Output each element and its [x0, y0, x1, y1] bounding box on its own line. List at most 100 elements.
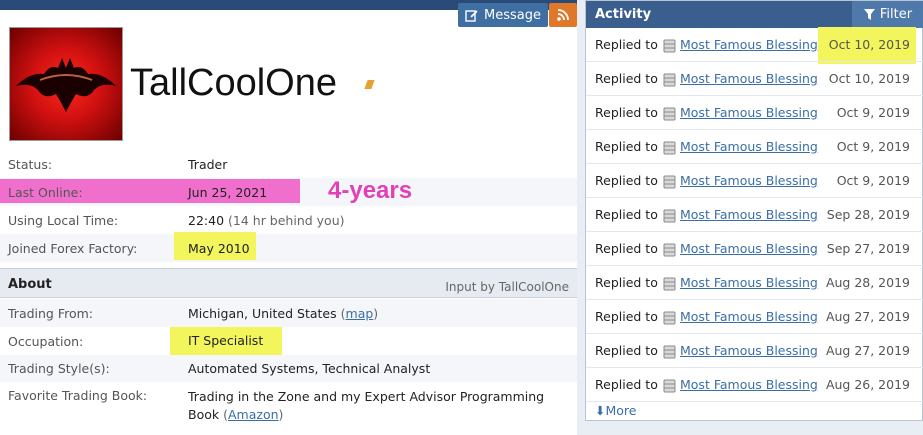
- about-label: Favorite Trading Book:: [8, 388, 148, 403]
- activity-action: Replied to: [595, 309, 658, 324]
- filter-icon: [863, 9, 875, 20]
- username: TallCoolOne: [130, 62, 337, 104]
- thread-icon: [663, 311, 676, 325]
- activity-date: Oct 9, 2019: [836, 139, 910, 154]
- about-label: Occupation:: [8, 334, 84, 349]
- activity-date: Sep 27, 2019: [826, 241, 910, 256]
- about-label: Trading Style(s):: [8, 361, 110, 376]
- activity-topic-link[interactable]: Most Famous Blessing: [680, 105, 818, 120]
- activity-item: Replied to Most Famous Blessing Sep 28, 20…: [586, 198, 923, 232]
- activity-action: Replied to: [595, 71, 658, 86]
- time-offset: (14 hr behind you): [228, 213, 345, 228]
- rss-icon: [557, 9, 569, 21]
- activity-date: Oct 10, 2019: [828, 71, 910, 86]
- activity-action: Replied to: [595, 275, 658, 290]
- activity-topic-link[interactable]: Most Famous Blessing: [680, 309, 818, 324]
- filter-button[interactable]: Filter: [852, 1, 923, 28]
- detail-row-local-time: Using Local Time: 22:40 (14 hr behind yo…: [0, 206, 577, 234]
- activity-date: Aug 28, 2019: [825, 275, 910, 290]
- activity-item: Replied to Most Famous Blessing Aug 28, 20…: [586, 266, 923, 300]
- detail-row-last-online: Last Online: Jun 25, 2021: [0, 178, 577, 206]
- thread-icon: [663, 141, 676, 155]
- activity-title: Activity: [595, 7, 652, 22]
- about-row-favorite-book: Favorite Trading Book: Trading in the Zo…: [0, 382, 577, 428]
- activity-action: Replied to: [595, 377, 658, 392]
- activity-item: Replied to Most Famous Blessing Oct 10, 20…: [586, 62, 923, 96]
- about-row-trading-from: Trading From: Michigan, United States (m…: [0, 299, 577, 327]
- detail-label: Status:: [8, 157, 53, 172]
- activity-item: Replied to Most Famous Blessing Oct 9, 201…: [586, 96, 923, 130]
- about-value: IT Specialist: [188, 333, 264, 348]
- down-arrow-icon: ⬇: [595, 403, 606, 418]
- profile-panel: Message TallCoolOne Status: Trader Last …: [0, 0, 577, 435]
- activity-item: Replied to Most Famous Blessing Oct 9, 201…: [586, 164, 923, 198]
- about-value: Automated Systems, Technical Analyst: [188, 361, 431, 376]
- book-line-2: Book: [188, 407, 220, 422]
- activity-date: Oct 9, 2019: [836, 105, 910, 120]
- activity-topic-link[interactable]: Most Famous Blessing: [680, 275, 818, 290]
- thread-icon: [663, 73, 676, 87]
- detail-label: Using Local Time:: [8, 213, 119, 228]
- activity-action: Replied to: [595, 37, 658, 52]
- thread-icon: [663, 39, 676, 53]
- detail-value: 22:40 (14 hr behind you): [188, 213, 345, 228]
- activity-topic-link[interactable]: Most Famous Blessing: [680, 377, 818, 392]
- detail-label: Joined Forex Factory:: [8, 241, 138, 256]
- activity-topic-link[interactable]: Most Famous Blessing: [680, 207, 818, 222]
- more-link[interactable]: ⬇More: [595, 403, 636, 418]
- local-time: 22:40: [188, 213, 225, 228]
- message-button[interactable]: Message: [458, 3, 548, 27]
- activity-topic-link[interactable]: Most Famous Blessing: [680, 173, 818, 188]
- about-row-occupation: Occupation: IT Specialist: [0, 327, 577, 355]
- thread-icon: [663, 345, 676, 359]
- activity-item: Replied to Most Famous Blessing Oct 9, 201…: [586, 130, 923, 164]
- activity-header: Activity Filter: [586, 1, 923, 28]
- activity-item: Replied to Most Famous Blessing Oct 10, 20…: [586, 28, 923, 62]
- flag-icon: [364, 80, 375, 89]
- detail-value: Trader: [188, 157, 228, 172]
- thread-icon: [663, 243, 676, 257]
- about-label: Trading From:: [8, 306, 94, 321]
- activity-action: Replied to: [595, 343, 658, 358]
- detail-value: May 2010: [188, 241, 250, 256]
- about-value: Trading in the Zone and my Expert Adviso…: [188, 389, 545, 422]
- message-label: Message: [484, 7, 541, 23]
- thread-icon: [663, 379, 676, 393]
- about-row-trading-style: Trading Style(s): Automated Systems, Tec…: [0, 355, 577, 382]
- activity-date: Aug 27, 2019: [825, 309, 910, 324]
- activity-panel: Activity Filter Replied to Most Famous Bl…: [585, 0, 923, 421]
- thread-icon: [663, 175, 676, 189]
- activity-action: Replied to: [595, 207, 658, 222]
- filter-label: Filter: [879, 7, 913, 22]
- amazon-link[interactable]: Amazon: [228, 407, 279, 422]
- detail-label: Last Online:: [8, 185, 83, 200]
- activity-date: Oct 10, 2019: [828, 37, 910, 52]
- activity-item: Replied to Most Famous Blessing Sep 27, 20…: [586, 232, 923, 266]
- activity-action: Replied to: [595, 139, 658, 154]
- activity-date: Oct 9, 2019: [836, 173, 910, 188]
- thread-icon: [663, 277, 676, 291]
- activity-action: Replied to: [595, 241, 658, 256]
- avatar: [9, 27, 123, 141]
- activity-topic-link[interactable]: Most Famous Blessing: [680, 241, 818, 256]
- thread-icon: [663, 107, 676, 121]
- activity-date: Aug 27, 2019: [825, 343, 910, 358]
- map-link[interactable]: map: [346, 306, 374, 321]
- activity-topic-link[interactable]: Most Famous Blessing: [680, 343, 818, 358]
- detail-row-joined: Joined Forex Factory: May 2010: [0, 232, 577, 262]
- book-line-1: Trading in the Zone and my Expert Adviso…: [188, 389, 545, 404]
- rss-button[interactable]: [549, 3, 577, 27]
- activity-date: Aug 26, 2019: [825, 377, 910, 392]
- about-header: About Input by TallCoolOne: [0, 268, 577, 298]
- location-text: Michigan, United States: [188, 306, 337, 321]
- compose-icon: [465, 9, 478, 22]
- more-label: More: [605, 403, 637, 418]
- activity-date: Sep 28, 2019: [826, 207, 910, 222]
- about-value: Michigan, United States (map): [188, 306, 379, 321]
- activity-topic-link[interactable]: Most Famous Blessing: [680, 139, 818, 154]
- activity-item: Replied to Most Famous Blessing Aug 26, 20…: [586, 368, 923, 402]
- activity-item: Replied to Most Famous Blessing Aug 27, 20…: [586, 300, 923, 334]
- activity-topic-link[interactable]: Most Famous Blessing: [680, 37, 818, 52]
- activity-topic-link[interactable]: Most Famous Blessing: [680, 71, 818, 86]
- activity-action: Replied to: [595, 105, 658, 120]
